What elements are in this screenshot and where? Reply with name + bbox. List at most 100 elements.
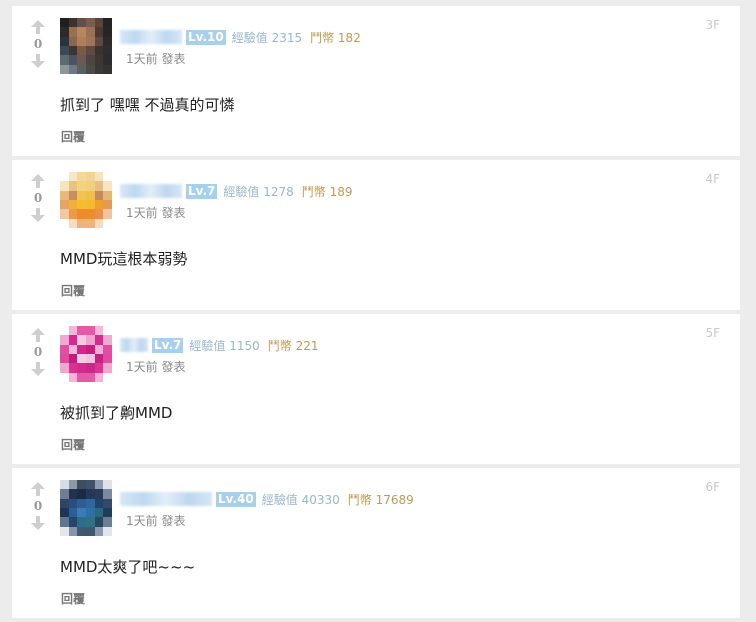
avatar-pixel	[94, 172, 104, 182]
avatar-pixel	[77, 190, 86, 200]
avatar-pixel	[86, 489, 95, 499]
avatar-pixel	[103, 64, 112, 74]
avatar-pixel	[94, 181, 104, 191]
reply-button[interactable]: 回覆	[61, 590, 85, 607]
avatar-pixel	[103, 480, 112, 490]
avatar-pixel	[86, 27, 95, 37]
avatar[interactable]	[60, 172, 112, 228]
avatar-pixel	[68, 526, 78, 536]
avatar-pixel	[86, 517, 95, 527]
avatar-pixel	[94, 27, 104, 37]
avatar-pixel	[103, 18, 112, 28]
avatar-pixel	[77, 45, 86, 56]
avatar-pixel	[94, 55, 104, 65]
downvote-arrow-icon[interactable]	[28, 206, 48, 224]
avatar-pixel	[77, 27, 86, 37]
username-blurred[interactable]	[120, 338, 148, 352]
avatar-pixel	[103, 498, 112, 508]
avatar-pixel	[68, 190, 78, 200]
avatar-pixel	[68, 335, 78, 345]
avatar[interactable]	[60, 326, 112, 382]
reply-button[interactable]: 回覆	[61, 436, 85, 453]
avatar[interactable]	[60, 480, 112, 536]
avatar-pixel	[94, 326, 104, 336]
coin-count: 鬥幣 221	[267, 338, 319, 353]
coin-count: 鬥幣 182	[310, 30, 361, 45]
downvote-arrow-icon[interactable]	[28, 52, 48, 70]
avatar-pixel	[68, 55, 78, 65]
avatar-pixel	[94, 526, 104, 536]
upvote-arrow-icon[interactable]	[28, 172, 48, 190]
avatar-pixel	[86, 36, 95, 46]
avatar-pixel	[103, 172, 112, 182]
comment-text: 抓到了 嘿嘿 不過真的可憐	[60, 96, 235, 114]
avatar-pixel	[86, 526, 95, 536]
avatar-pixel	[86, 363, 95, 373]
comment-card: 0 Lv.7 經驗值 1278 鬥幣 189 1天前 發表 4F MMD玩這根本…	[12, 160, 740, 310]
avatar-pixel	[60, 18, 69, 28]
avatar-pixel	[77, 335, 86, 345]
level-badge: Lv.7	[152, 337, 184, 353]
avatar-pixel	[86, 172, 95, 182]
reply-button[interactable]: 回覆	[61, 282, 85, 299]
upvote-arrow-icon[interactable]	[28, 480, 48, 498]
avatar-pixel	[103, 517, 112, 527]
reply-button[interactable]: 回覆	[61, 128, 85, 145]
comment-card: 0 Lv.40 經驗值 40330 鬥幣 17689 1天前 發表 6F MMD…	[12, 468, 740, 618]
avatar-pixel	[68, 199, 78, 210]
username-blurred[interactable]	[120, 184, 182, 198]
avatar-pixel	[94, 489, 104, 499]
avatar-pixel	[86, 64, 95, 74]
avatar-pixel	[103, 55, 112, 65]
avatar-pixel	[77, 489, 86, 499]
floor-number: 3F	[705, 18, 720, 32]
floor-number: 6F	[705, 480, 720, 494]
avatar-pixel	[86, 199, 95, 210]
avatar[interactable]	[60, 18, 112, 74]
avatar-pixel	[60, 335, 69, 345]
avatar-pixel	[77, 209, 86, 219]
avatar-pixel	[86, 335, 95, 345]
avatar-pixel	[68, 45, 78, 56]
comment-text: MMD太爽了吧~~~	[60, 558, 196, 576]
avatar-pixel	[68, 36, 78, 46]
avatar-pixel	[60, 353, 69, 364]
upvote-arrow-icon[interactable]	[28, 18, 48, 36]
avatar-pixel	[94, 335, 104, 345]
downvote-arrow-icon[interactable]	[28, 360, 48, 378]
avatar-pixel	[86, 190, 95, 200]
avatar-pixel	[68, 353, 78, 364]
avatar-pixel	[60, 55, 69, 65]
avatar-pixel	[60, 363, 69, 373]
avatar-pixel	[86, 480, 95, 490]
avatar-pixel	[103, 507, 112, 518]
vote-count: 0	[33, 499, 43, 513]
avatar-pixel	[86, 372, 95, 382]
username-blurred[interactable]	[120, 492, 212, 506]
avatar-pixel	[60, 27, 69, 37]
experience-points: 經驗值 1278	[223, 184, 294, 199]
avatar-pixel	[60, 480, 69, 490]
avatar-pixel	[103, 218, 112, 228]
user-meta: Lv.7 經驗值 1278 鬥幣 189	[120, 182, 353, 200]
username-blurred[interactable]	[120, 30, 182, 44]
user-meta: Lv.7 經驗值 1150 鬥幣 221	[120, 336, 319, 354]
avatar-pixel	[94, 45, 104, 56]
upvote-arrow-icon[interactable]	[28, 326, 48, 344]
avatar-pixel	[60, 64, 69, 74]
avatar-pixel	[103, 209, 112, 219]
avatar-pixel	[60, 36, 69, 46]
vote-widget: 0	[28, 480, 48, 532]
avatar-pixel	[94, 199, 104, 210]
avatar-pixel	[103, 344, 112, 354]
avatar-pixel	[86, 55, 95, 65]
avatar-pixel	[68, 498, 78, 508]
avatar-pixel	[94, 190, 104, 200]
avatar-pixel	[77, 363, 86, 373]
downvote-arrow-icon[interactable]	[28, 514, 48, 532]
user-meta: Lv.40 經驗值 40330 鬥幣 17689	[120, 490, 414, 508]
vote-count: 0	[33, 37, 43, 51]
avatar-pixel	[94, 363, 104, 373]
avatar-pixel	[77, 344, 86, 354]
avatar-pixel	[68, 218, 78, 228]
